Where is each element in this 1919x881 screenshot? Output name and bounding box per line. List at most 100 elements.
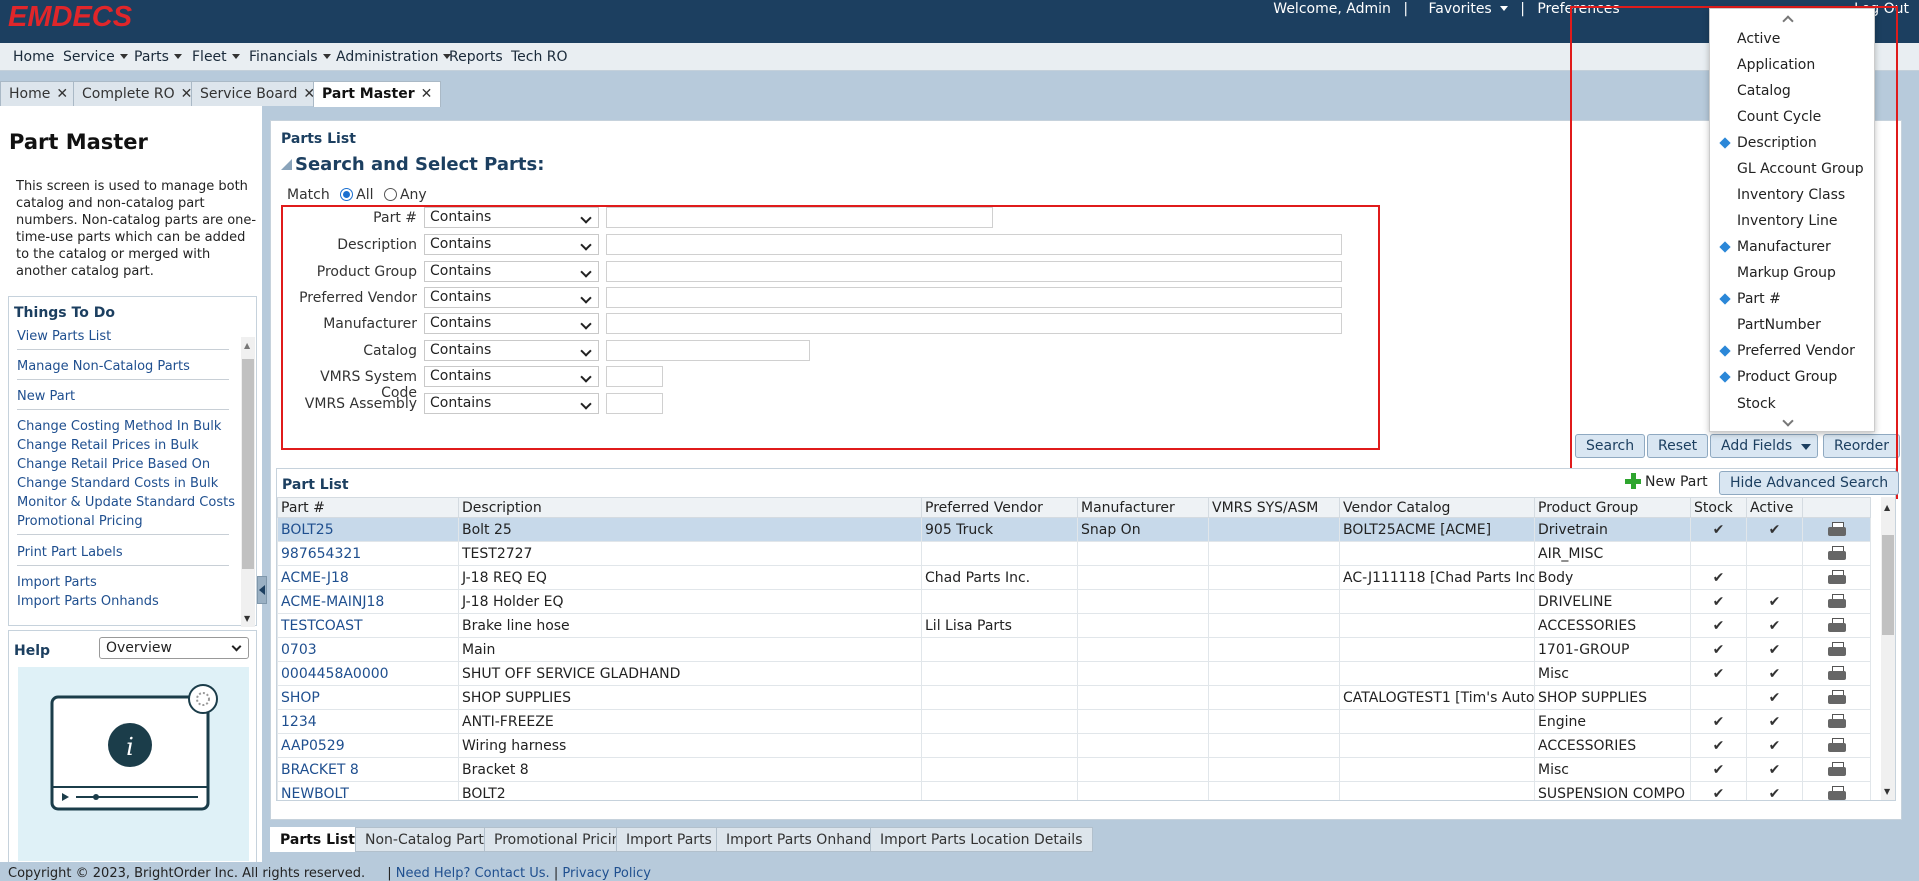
part-number-link[interactable]: ACME-J18 xyxy=(277,565,459,590)
part-number-link[interactable]: 1234 xyxy=(277,709,459,734)
part-number-link[interactable]: 0703 xyxy=(277,637,459,662)
table-row[interactable]: 0004458A0000 SHUT OFF SERVICE GLADHAND Mis… xyxy=(277,661,1871,686)
printer-icon[interactable] xyxy=(1827,569,1846,585)
scroll-up-icon[interactable] xyxy=(1782,15,1794,27)
print-cell[interactable] xyxy=(1802,589,1871,614)
printer-icon[interactable] xyxy=(1827,593,1846,609)
col-product-group[interactable]: Product Group xyxy=(1534,497,1691,518)
privacy-policy-link[interactable]: Privacy Policy xyxy=(562,866,651,881)
menu-administration[interactable]: Administration xyxy=(336,49,452,65)
print-cell[interactable] xyxy=(1802,613,1871,638)
menu-tech-ro[interactable]: Tech RO xyxy=(511,49,568,65)
menu-financials[interactable]: Financials xyxy=(249,49,331,65)
col-part-number[interactable]: Part # xyxy=(277,497,459,518)
field-option-inventory-line[interactable]: Inventory Line xyxy=(1737,213,1838,229)
table-row[interactable]: SHOP SHOP SUPPLIES CATALOGTEST1 [Tim's Aut… xyxy=(277,685,1871,710)
col-stock[interactable]: Stock xyxy=(1690,497,1747,518)
link-change-retail-prices[interactable]: Change Retail Prices in Bulk xyxy=(17,438,199,453)
part-number-link[interactable]: BOLT25 xyxy=(277,517,459,542)
table-row[interactable]: 1234 ANTI-FREEZE Engine ✔ ✔ xyxy=(277,709,1871,734)
match-any-radio[interactable] xyxy=(383,188,397,201)
table-row[interactable]: 0703 Main 1701-GROUP ✔ ✔ xyxy=(277,637,1871,662)
print-cell[interactable] xyxy=(1802,757,1871,782)
field-option-stock[interactable]: Stock xyxy=(1737,396,1776,412)
scrollbar-thumb[interactable] xyxy=(1882,535,1894,635)
tab-home[interactable]: Home ✕ xyxy=(0,81,78,106)
col-vmrs[interactable]: VMRS SYS/ASM xyxy=(1208,497,1340,518)
field-option-description[interactable]: Description xyxy=(1719,135,1817,151)
part-number-link[interactable]: TESTCOAST xyxy=(277,613,459,638)
close-icon[interactable]: ✕ xyxy=(421,86,433,102)
field-option-catalog[interactable]: Catalog xyxy=(1737,83,1791,99)
search-title[interactable]: Search and Select Parts: xyxy=(281,154,544,175)
table-row[interactable]: AAP0529 Wiring harness ACCESSORIES ✔ ✔ xyxy=(277,733,1871,758)
print-cell[interactable] xyxy=(1802,565,1871,590)
printer-icon[interactable] xyxy=(1827,617,1846,633)
link-change-retail-based[interactable]: Change Retail Price Based On xyxy=(17,457,210,472)
part-number-link[interactable]: 0004458A0000 xyxy=(277,661,459,686)
part-number-link[interactable]: AAP0529 xyxy=(277,733,459,758)
printer-icon[interactable] xyxy=(1827,689,1846,705)
tab-parts-list[interactable]: Parts List xyxy=(270,827,365,852)
table-row[interactable]: TESTCOAST Brake line hose Lil Lisa Parts AC… xyxy=(277,613,1871,638)
field-option-partnumber[interactable]: PartNumber xyxy=(1737,317,1821,333)
link-manage-non-catalog[interactable]: Manage Non-Catalog Parts xyxy=(17,359,190,374)
col-description[interactable]: Description xyxy=(458,497,922,518)
table-row[interactable]: BRACKET 8 Bracket 8 Misc ✔ ✔ xyxy=(277,757,1871,782)
col-manufacturer[interactable]: Manufacturer xyxy=(1077,497,1209,518)
field-option-product-group[interactable]: Product Group xyxy=(1719,369,1837,385)
favorites-menu[interactable]: Favorites xyxy=(1420,1,1508,17)
help-topic-select[interactable]: Overview xyxy=(99,637,249,659)
print-cell[interactable] xyxy=(1802,781,1871,800)
print-cell[interactable] xyxy=(1802,517,1871,542)
field-option-preferred-vendor[interactable]: Preferred Vendor xyxy=(1719,343,1855,359)
print-cell[interactable] xyxy=(1802,709,1871,734)
tab-import-parts[interactable]: Import Parts xyxy=(616,827,722,852)
field-option-part-number[interactable]: Part # xyxy=(1719,291,1781,307)
field-option-gl-account-group[interactable]: GL Account Group xyxy=(1737,161,1864,177)
link-import-parts[interactable]: Import Parts xyxy=(17,575,97,590)
printer-icon[interactable] xyxy=(1827,521,1846,537)
col-vendor-catalog[interactable]: Vendor Catalog xyxy=(1339,497,1535,518)
printer-icon[interactable] xyxy=(1827,665,1846,681)
menu-fleet[interactable]: Fleet xyxy=(192,49,240,65)
scroll-down-icon[interactable]: ▼ xyxy=(244,614,250,623)
tab-service-board[interactable]: Service Board ✕ xyxy=(191,81,325,106)
printer-icon[interactable] xyxy=(1827,713,1846,729)
field-option-markup-group[interactable]: Markup Group xyxy=(1737,265,1836,281)
tab-import-parts-onhands[interactable]: Import Parts Onhands xyxy=(716,827,889,852)
print-cell[interactable] xyxy=(1802,661,1871,686)
menu-parts[interactable]: Parts xyxy=(134,49,182,65)
col-preferred-vendor[interactable]: Preferred Vendor xyxy=(921,497,1078,518)
menu-reports[interactable]: Reports xyxy=(449,49,503,65)
link-monitor-standard-costs[interactable]: Monitor & Update Standard Costs xyxy=(17,495,235,510)
printer-icon[interactable] xyxy=(1827,545,1846,561)
part-number-link[interactable]: NEWBOLT xyxy=(277,781,459,800)
app-logo[interactable]: EMDECS xyxy=(8,1,132,34)
panel-collapse-handle[interactable] xyxy=(257,576,267,604)
link-change-standard-costs[interactable]: Change Standard Costs in Bulk xyxy=(17,476,218,491)
part-number-link[interactable]: BRACKET 8 xyxy=(277,757,459,782)
part-number-link[interactable]: SHOP xyxy=(277,685,459,710)
scroll-up-icon[interactable]: ▲ xyxy=(1884,503,1890,512)
print-cell[interactable] xyxy=(1802,685,1871,710)
print-cell[interactable] xyxy=(1802,733,1871,758)
link-promotional-pricing[interactable]: Promotional Pricing xyxy=(17,514,143,529)
part-number-link[interactable]: ACME-MAINJ18 xyxy=(277,589,459,614)
col-active[interactable]: Active xyxy=(1746,497,1803,518)
printer-icon[interactable] xyxy=(1827,761,1846,777)
menu-service[interactable]: Service xyxy=(63,49,128,65)
field-option-active[interactable]: Active xyxy=(1737,31,1780,47)
table-row[interactable]: BOLT25 Bolt 25 905 Truck Snap On BOLT25ACME … xyxy=(277,517,1871,542)
help-contact-link[interactable]: Need Help? Contact Us. xyxy=(396,866,550,881)
tab-non-catalog-parts[interactable]: Non-Catalog Parts xyxy=(355,827,502,852)
table-row[interactable]: ACME-MAINJ18 J-18 Holder EQ DRIVELINE ✔ ✔ xyxy=(277,589,1871,614)
print-cell[interactable] xyxy=(1802,541,1871,566)
scroll-down-icon[interactable]: ▼ xyxy=(1884,787,1890,796)
new-part-button[interactable]: New Part xyxy=(1625,473,1708,490)
hide-advanced-search-button[interactable]: Hide Advanced Search xyxy=(1719,471,1900,495)
tab-import-location-details[interactable]: Import Parts Location Details xyxy=(870,827,1093,852)
table-row[interactable]: ACME-J18 J-18 REQ EQ Chad Parts Inc. AC-J11… xyxy=(277,565,1871,590)
print-cell[interactable] xyxy=(1802,637,1871,662)
scrollbar[interactable]: ▲ ▼ xyxy=(1881,497,1895,800)
